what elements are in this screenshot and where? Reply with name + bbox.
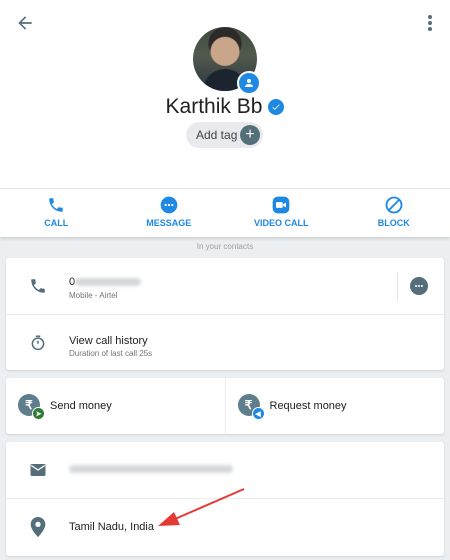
phone-number-row[interactable]: 0 Mobile - Airtel bbox=[6, 258, 444, 314]
phone-icon bbox=[26, 274, 50, 298]
send-sms-button[interactable] bbox=[410, 277, 428, 295]
request-money-label: Request money bbox=[269, 400, 347, 412]
block-button[interactable]: BLOCK bbox=[338, 189, 450, 237]
call-button[interactable]: CALL bbox=[0, 189, 113, 237]
divider bbox=[397, 272, 398, 300]
call-history-row[interactable]: View call history Duration of last call … bbox=[6, 314, 444, 371]
more-options-button[interactable] bbox=[420, 10, 440, 36]
contact-details-card: 0 Mobile - Airtel View call history Dura… bbox=[6, 258, 444, 370]
request-arrow-icon: ◀ bbox=[251, 407, 265, 420]
contact-avatar[interactable] bbox=[193, 27, 261, 95]
phone-icon bbox=[47, 195, 65, 215]
redacted-phone-number bbox=[75, 278, 141, 286]
sms-dots-icon bbox=[415, 284, 423, 288]
back-arrow-icon bbox=[18, 16, 32, 30]
location-pin-icon bbox=[26, 515, 50, 539]
contact-name-row: Karthik Bb bbox=[0, 93, 450, 121]
send-money-button[interactable]: ₹ ➤ Send money bbox=[6, 378, 225, 434]
add-tag-plus-icon: + bbox=[240, 125, 260, 145]
video-call-button[interactable]: VIDEO CALL bbox=[225, 189, 338, 237]
location-text: Tamil Nadu, India bbox=[69, 521, 154, 533]
back-button[interactable] bbox=[12, 10, 38, 36]
call-label: CALL bbox=[44, 218, 69, 228]
add-tag-button[interactable]: Add tag + bbox=[186, 122, 263, 148]
stopwatch-icon bbox=[26, 331, 50, 355]
message-label: MESSAGE bbox=[146, 218, 192, 228]
call-history-subtitle: Duration of last call 25s bbox=[69, 349, 153, 358]
call-history-title: View call history bbox=[69, 335, 148, 347]
location-row[interactable]: Tamil Nadu, India bbox=[6, 498, 444, 557]
action-bar: CALL MESSAGE VIDEO CALL BLOCK bbox=[0, 188, 450, 237]
contact-header: Karthik Bb Add tag + bbox=[0, 0, 450, 188]
chat-bubble-icon bbox=[159, 195, 179, 215]
message-button[interactable]: MESSAGE bbox=[113, 189, 226, 237]
request-money-button[interactable]: ₹ ◀ Request money bbox=[224, 378, 445, 434]
contact-person-badge-icon bbox=[237, 71, 261, 95]
redacted-email-address bbox=[69, 465, 233, 473]
send-money-label: Send money bbox=[50, 400, 112, 412]
phone-type: Mobile - Airtel bbox=[69, 291, 118, 300]
email-row[interactable] bbox=[6, 442, 444, 498]
video-camera-icon bbox=[271, 195, 291, 215]
send-arrow-icon: ➤ bbox=[32, 407, 45, 420]
block-icon bbox=[384, 195, 404, 215]
payments-card: ₹ ➤ Send money ₹ ◀ Request money bbox=[6, 378, 444, 434]
in-contacts-label: In your contacts bbox=[196, 242, 254, 251]
block-label: BLOCK bbox=[377, 218, 410, 228]
more-vert-icon bbox=[428, 15, 432, 31]
email-icon bbox=[26, 458, 50, 482]
contact-name: Karthik Bb bbox=[165, 95, 263, 118]
verified-check-icon bbox=[268, 99, 285, 115]
contact-info-card: Tamil Nadu, India bbox=[6, 442, 444, 556]
add-tag-label: Add tag bbox=[196, 128, 238, 142]
video-call-label: VIDEO CALL bbox=[253, 218, 309, 228]
